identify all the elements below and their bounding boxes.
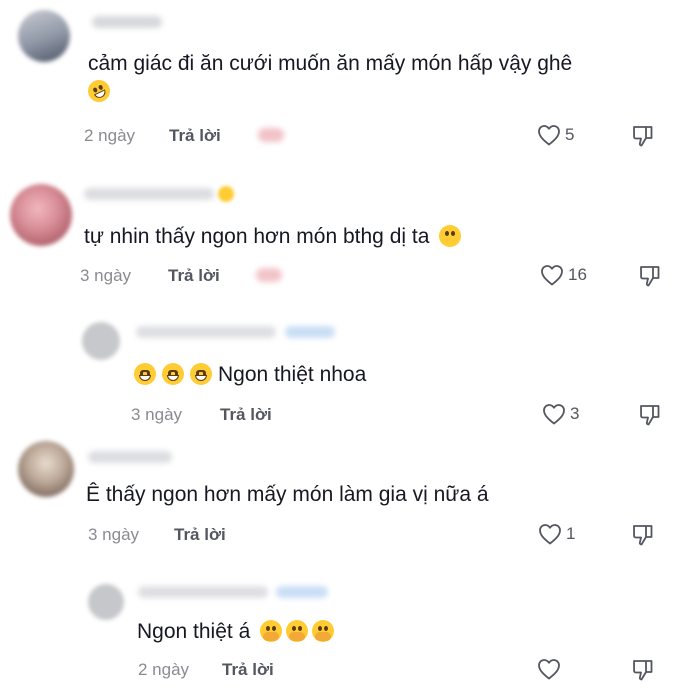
reply-button[interactable]: Trả lời: [222, 660, 274, 680]
comment-time: 2 ngày: [138, 660, 190, 679]
comment-text-content: Ê thấy ngon hơn mấy món làm gia vị nữa á: [86, 483, 489, 506]
hand-over-mouth-emoji-icon: [286, 620, 309, 642]
creator-liked-badge: [256, 268, 282, 282]
comment-time: 3 ngày: [80, 266, 132, 285]
username[interactable]: [92, 16, 162, 28]
thumbs-down-icon: [633, 660, 653, 681]
username[interactable]: [138, 586, 268, 598]
dislike-button[interactable]: [638, 264, 662, 288]
heart-outline-icon: [539, 524, 561, 545]
thumbs-down-icon: [633, 126, 653, 147]
thumbs-down-icon: [633, 525, 653, 546]
comment-text-content: Ngon thiệt nhoa: [218, 363, 367, 386]
dislike-button[interactable]: [631, 658, 655, 682]
like-count: 16: [568, 265, 587, 284]
avatar[interactable]: [88, 584, 124, 620]
grinning-face-emoji-icon: [190, 363, 212, 385]
username-emoji: [218, 186, 234, 202]
dislike-button[interactable]: [631, 124, 655, 148]
comment-text: Ê thấy ngon hơn mấy món làm gia vị nữa á: [86, 481, 489, 509]
comment-text: Ngon thiệt á: [137, 618, 338, 646]
username[interactable]: [84, 188, 214, 200]
like-count: 3: [570, 404, 580, 423]
creator-liked-badge: [258, 128, 284, 142]
username[interactable]: [136, 326, 276, 338]
avatar[interactable]: [18, 10, 70, 62]
comment-text-content: tự nhin thấy ngon hơn món bthg dị ta: [84, 225, 430, 248]
like-button[interactable]: 3: [542, 403, 579, 425]
hand-over-mouth-emoji-icon: [260, 620, 283, 642]
reply-item: Ngon thiệt nhoa 3 ngày Trả lời 3: [0, 300, 679, 435]
heart-outline-icon: [543, 404, 565, 425]
pleading-face-emoji-icon: [439, 225, 462, 247]
creator-tag: [276, 586, 328, 598]
comment-time: 3 ngày: [131, 405, 183, 424]
comment-item: tự nhin thấy ngon hơn món bthg dị ta 3 n…: [0, 160, 679, 300]
comment-time: 3 ngày: [88, 525, 140, 544]
comment-text: tự nhin thấy ngon hơn món bthg dị ta: [84, 223, 465, 251]
hand-over-mouth-emoji-icon: [312, 620, 335, 642]
comment-text: Ngon thiệt nhoa: [134, 361, 366, 389]
reply-item: Ngon thiệt á 2 ngày Trả lời: [0, 570, 679, 690]
comment-text: cảm giác đi ăn cưới muốn ăn mấy món hấp …: [84, 50, 573, 106]
reply-button[interactable]: Trả lời: [220, 405, 272, 425]
reply-button[interactable]: Trả lời: [168, 266, 220, 286]
heart-outline-icon: [538, 125, 560, 146]
heart-outline-icon: [538, 659, 560, 680]
like-button[interactable]: 5: [537, 124, 574, 146]
reply-button[interactable]: Trả lời: [174, 525, 226, 545]
avatar[interactable]: [10, 184, 72, 246]
dislike-button[interactable]: [638, 403, 662, 427]
like-button[interactable]: 1: [538, 523, 575, 545]
like-count: 1: [566, 524, 576, 543]
rolling-laughing-emoji-icon: [84, 76, 114, 106]
like-count: 5: [565, 125, 575, 144]
creator-tag: [285, 326, 335, 338]
comment-item: Ê thấy ngon hơn mấy món làm gia vị nữa á…: [0, 435, 679, 570]
avatar[interactable]: [82, 322, 120, 360]
heart-outline-icon: [541, 265, 563, 286]
avatar[interactable]: [18, 441, 74, 497]
grinning-face-emoji-icon: [162, 363, 184, 385]
username[interactable]: [88, 451, 172, 463]
grinning-face-emoji-icon: [134, 363, 156, 385]
like-button[interactable]: 16: [540, 264, 587, 286]
comment-text-content: cảm giác đi ăn cưới muốn ăn mấy món hấp …: [88, 52, 573, 75]
thumbs-down-icon: [640, 266, 660, 287]
comment-time: 2 ngày: [84, 126, 136, 145]
dislike-button[interactable]: [631, 523, 655, 547]
like-button[interactable]: [537, 658, 565, 680]
thumbs-down-icon: [640, 405, 660, 426]
comment-item: cảm giác đi ăn cưới muốn ăn mấy món hấp …: [0, 0, 679, 160]
reply-button[interactable]: Trả lời: [169, 126, 221, 146]
comment-text-content: Ngon thiệt á: [137, 620, 251, 643]
